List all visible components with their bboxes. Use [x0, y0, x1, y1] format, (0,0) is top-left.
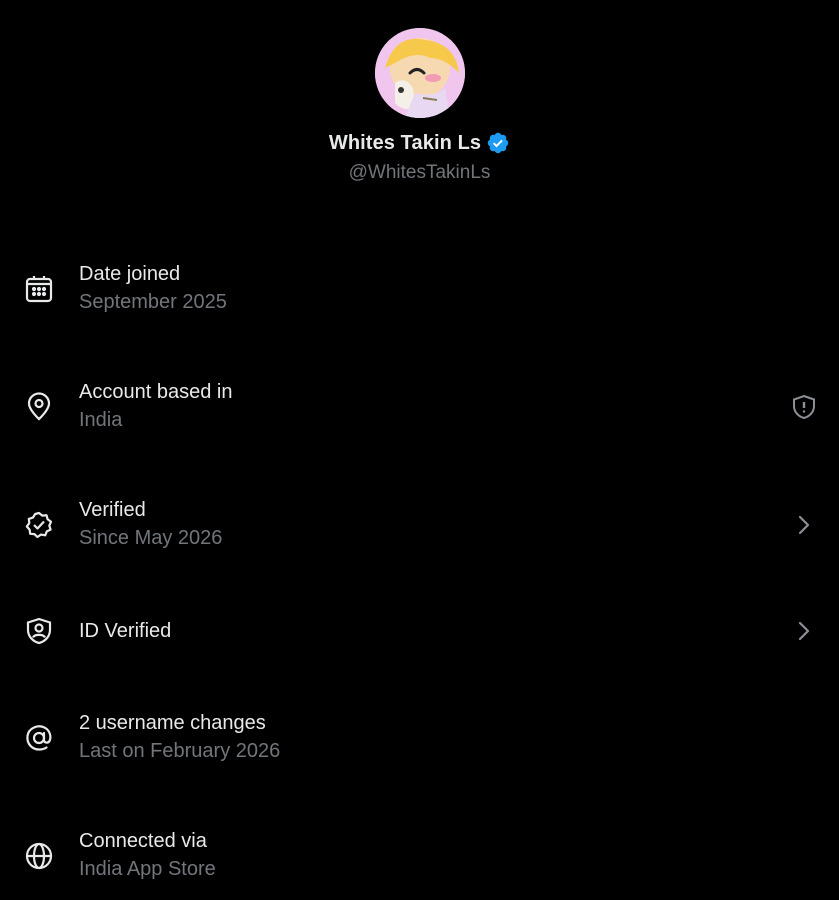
row-subtitle: India App Store: [79, 858, 216, 880]
row-subtitle: India: [79, 409, 123, 431]
display-name-row: Whites Takin Ls: [0, 131, 839, 155]
row-date-joined: Date joined September 2025: [0, 260, 839, 320]
row-verified[interactable]: Verified Since May 2026: [0, 496, 839, 556]
location-pin-icon: [24, 392, 54, 422]
row-account-based-in: Account based in India: [0, 378, 839, 438]
row-title: Date joined: [79, 263, 181, 285]
row-subtitle: Since May 2026: [79, 527, 223, 549]
row-subtitle: September 2025: [79, 291, 227, 313]
id-shield-icon: [24, 616, 54, 646]
display-name: Whites Takin Ls: [328, 131, 482, 154]
row-connected-via: Connected via India App Store: [0, 827, 839, 887]
verified-badge-icon: [24, 510, 54, 540]
shield-alert-icon[interactable]: [789, 392, 819, 422]
row-title: Connected via: [79, 830, 207, 852]
chevron-right-icon: [789, 616, 819, 646]
at-sign-icon: [24, 723, 54, 753]
row-title: Verified: [79, 499, 146, 521]
avatar[interactable]: [375, 28, 465, 118]
about-account-page: Whites Takin Ls @WhitesTakinLs Date join…: [0, 0, 839, 900]
row-subtitle: Last on February 2026: [79, 740, 281, 762]
avatar-image: [375, 28, 465, 118]
chevron-right-icon: [789, 510, 819, 540]
handle: @WhitesTakinLs: [348, 162, 491, 183]
row-title: 2 username changes: [79, 712, 266, 734]
row-id-verified[interactable]: ID Verified: [0, 601, 839, 661]
row-title: ID Verified: [79, 620, 172, 642]
row-username-changes: 2 username changes Last on February 2026: [0, 709, 839, 769]
row-title: Account based in: [79, 381, 233, 403]
globe-icon: [24, 841, 54, 871]
calendar-icon: [24, 274, 54, 304]
verified-badge-icon[interactable]: [486, 131, 510, 155]
